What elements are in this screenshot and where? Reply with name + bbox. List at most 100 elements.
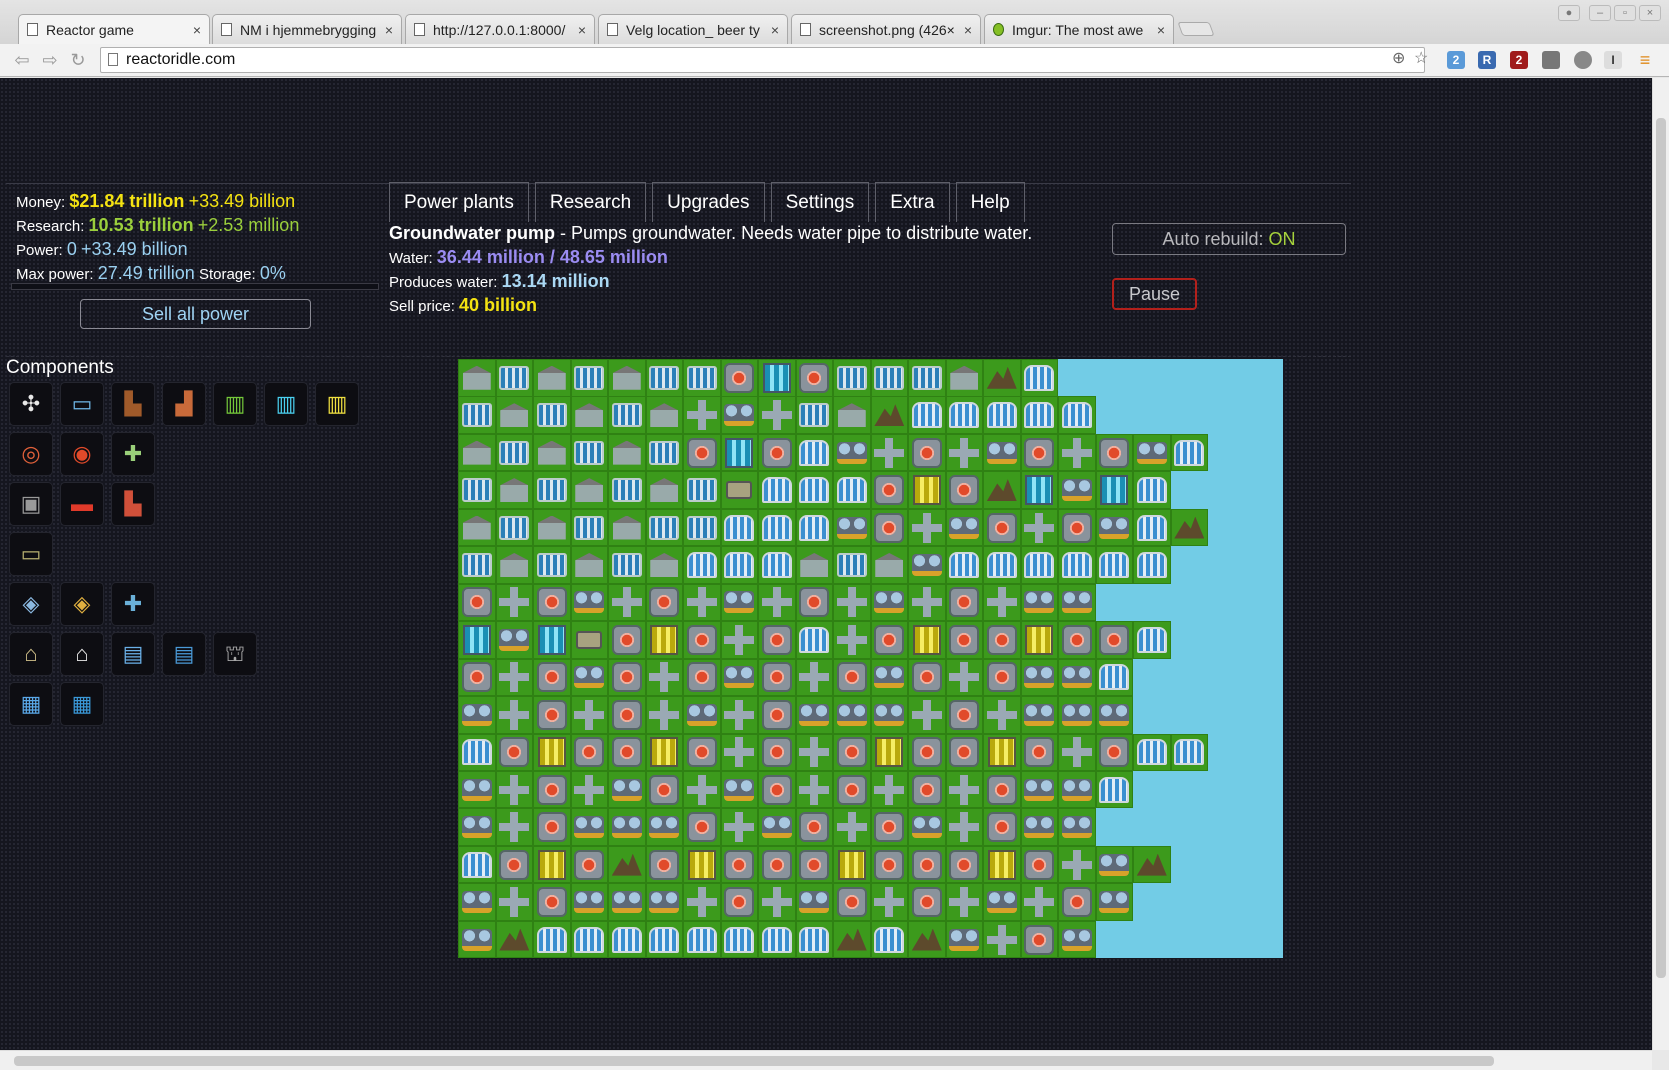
grid-cell-mountain[interactable] (608, 845, 646, 884)
grid-cell-generator[interactable] (945, 733, 983, 771)
grid-cell-generator[interactable] (870, 508, 908, 547)
grid-cell-water-pump[interactable] (458, 883, 496, 921)
auto-rebuild-toggle[interactable]: Auto rebuild: ON (1112, 223, 1346, 255)
grid-cell-water-pump[interactable] (645, 808, 683, 846)
grid-cell-generator[interactable] (1058, 621, 1096, 659)
grid-cell-office[interactable] (608, 396, 646, 434)
tab-imgur[interactable]: Imgur: The most awe × (984, 14, 1174, 44)
grid-cell-house[interactable] (458, 508, 496, 547)
grid-cell-pipe[interactable] (833, 621, 871, 659)
grid-cell-generator[interactable] (908, 733, 946, 771)
grid-cell-house[interactable] (570, 546, 608, 584)
grid-cell-pipe[interactable] (495, 696, 533, 734)
grid-cell-generator[interactable] (945, 621, 983, 659)
grid-cell-pipe[interactable] (758, 583, 796, 622)
grid-cell-generator[interactable] (870, 808, 908, 846)
grid-cell-generator[interactable] (495, 733, 533, 771)
grid-cell-sea[interactable] (1245, 621, 1283, 659)
grid-cell-generator[interactable] (795, 808, 833, 846)
grid-cell-office[interactable] (495, 433, 533, 472)
grid-cell-pipe[interactable] (1020, 508, 1058, 547)
grid-cell-house[interactable] (495, 546, 533, 584)
star-icon[interactable]: ☆ (1414, 48, 1428, 68)
grid-cell-pipe[interactable] (645, 696, 683, 734)
grid-cell-factory[interactable] (720, 920, 758, 959)
grid-cell-pipe[interactable] (683, 883, 721, 921)
grid-cell-water-pump[interactable] (908, 808, 946, 846)
close-icon[interactable]: × (578, 22, 586, 38)
grid-cell-generator[interactable] (833, 733, 871, 771)
grid-cell-generator[interactable] (533, 658, 571, 697)
grid-cell-water-pump[interactable] (570, 658, 608, 697)
grid-cell-sea[interactable] (1170, 845, 1208, 884)
grid-cell-office[interactable] (570, 433, 608, 472)
grid-cell-mountain[interactable] (908, 920, 946, 959)
grid-cell-pipe[interactable] (758, 883, 796, 921)
grid-cell-cell-yellow[interactable] (833, 845, 871, 884)
grid-cell-office[interactable] (570, 359, 608, 397)
grid-cell-cell-yellow[interactable] (645, 621, 683, 659)
grid-cell-sea[interactable] (1170, 696, 1208, 734)
ublock-icon[interactable]: 2 (1510, 51, 1528, 69)
grid-cell-house-blue[interactable] (683, 508, 721, 547)
grid-cell-sea[interactable] (1208, 471, 1246, 509)
grid-cell-generator[interactable] (458, 583, 496, 622)
grid-cell-water-pump[interactable] (608, 770, 646, 809)
grid-cell-sea[interactable] (1208, 808, 1246, 846)
tab-reactor-game[interactable]: Reactor game × (18, 14, 210, 44)
grid-cell-factory[interactable] (1020, 359, 1058, 397)
grid-cell-factory[interactable] (1133, 546, 1171, 584)
grid-cell-office[interactable] (645, 359, 683, 397)
grid-cell-house-blue[interactable] (870, 359, 908, 397)
grid-cell-factory[interactable] (945, 546, 983, 584)
grid-cell-house[interactable] (570, 471, 608, 509)
grid-cell-generator[interactable] (645, 770, 683, 809)
grid-cell-house-blue[interactable] (458, 471, 496, 509)
grid-cell-water-pump[interactable] (720, 396, 758, 434)
grid-cell-sea[interactable] (1245, 546, 1283, 584)
grid-cell-cell-yellow[interactable] (908, 621, 946, 659)
grid-cell-factory[interactable] (1133, 733, 1171, 771)
close-icon[interactable]: × (771, 22, 779, 38)
water-pipe-icon[interactable]: ✚ (111, 582, 155, 626)
grid-cell-pipe[interactable] (908, 696, 946, 734)
grid-cell-generator[interactable] (870, 621, 908, 659)
grid-cell-generator[interactable] (983, 621, 1021, 659)
grid-cell-sea[interactable] (1170, 583, 1208, 622)
grid-cell-pipe[interactable] (683, 770, 721, 809)
tab-velg-location[interactable]: Velg location_ beer ty × (598, 14, 788, 44)
grid-cell-factory[interactable] (570, 920, 608, 959)
house-large-icon[interactable]: ⌂ (60, 632, 104, 676)
grid-cell-generator[interactable] (758, 621, 796, 659)
grid-cell-cell-yellow[interactable] (870, 733, 908, 771)
grid-cell-generator[interactable] (908, 883, 946, 921)
grid-cell-water-pump[interactable] (458, 696, 496, 734)
grid-cell-sea[interactable] (1133, 770, 1171, 809)
grid-cell-pipe[interactable] (1058, 433, 1096, 472)
grid-cell-sea[interactable] (1170, 883, 1208, 921)
grid-cell-sea[interactable] (1170, 471, 1208, 509)
grid-cell-generator[interactable] (608, 696, 646, 734)
grid-cell-generator[interactable] (683, 433, 721, 472)
grid-cell-sea[interactable] (1208, 433, 1246, 472)
grid-cell-sea[interactable] (1133, 808, 1171, 846)
grid-cell-house[interactable] (608, 433, 646, 472)
grid-cell-water-pump[interactable] (983, 433, 1021, 472)
grid-cell-sea[interactable] (1133, 359, 1171, 397)
groundwater-pump-icon[interactable]: ◈ (60, 582, 104, 626)
grid-cell-factory[interactable] (458, 733, 496, 771)
maximize-button[interactable]: ▫ (1614, 5, 1636, 21)
grid-cell-water-pump[interactable] (945, 920, 983, 959)
grid-cell-mountain[interactable] (833, 920, 871, 959)
grid-cell-water-pump[interactable] (1095, 845, 1133, 884)
close-icon[interactable]: × (1157, 22, 1165, 38)
gear-icon[interactable] (1574, 51, 1592, 69)
grid-cell-sea[interactable] (1245, 583, 1283, 622)
address-bar[interactable]: reactoridle.com (100, 47, 1425, 73)
grid-cell-office[interactable] (645, 433, 683, 472)
grid-cell-sea[interactable] (1208, 733, 1246, 771)
grid-cell-generator[interactable] (645, 583, 683, 622)
grid-cell-house[interactable] (833, 396, 871, 434)
back-icon[interactable]: ⇦ (10, 48, 34, 72)
tab-screenshot[interactable]: screenshot.png (426× × (791, 14, 981, 44)
